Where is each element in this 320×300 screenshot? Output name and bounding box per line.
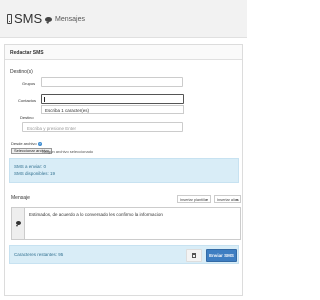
contacts-label: Contactos [18,98,37,103]
sms-available: SMS disponibles: 19 [14,171,56,176]
panel-heading: Redactar SMS [5,45,242,60]
chars-remaining-info: Caracteres restantes: 95 [9,245,239,264]
destination-input[interactable]: Escriba y presione Enter [22,122,183,132]
insert-template-select[interactable]: Insertar plantilla ▾ [177,195,211,203]
message-addon [12,208,25,239]
file-status: Ningún archivo seleccionado [42,149,94,154]
insert-template-label: Insertar plantilla [180,197,207,202]
comment-icon [45,17,52,24]
message-textarea[interactable]: Estimados, de acuerdo a lo conversado le… [11,207,241,240]
groups-input[interactable] [41,77,183,87]
contacts-input[interactable] [41,94,184,104]
groups-label: Grupos [22,81,36,86]
panel-title: Redactar SMS [10,50,44,56]
destination-placeholder: Escriba y presione Enter [27,125,77,131]
message-text: Estimados, de acuerdo a lo conversado le… [29,212,163,217]
contacts-suggestion-dropdown: Escriba 1 caracter(es) [41,105,184,114]
comment-icon [16,221,21,227]
text-caret [44,97,45,102]
delete-button[interactable] [186,249,202,262]
chevron-down-icon: ▾ [206,197,208,202]
attachment-label: Desde archivo [11,141,37,146]
chars-remaining: Caracteres restantes: 95 [14,252,64,257]
send-sms-button[interactable]: Enviar SMS [206,249,237,262]
page-subtitle: Mensajes [55,16,85,23]
mobile-phone-icon [7,14,12,24]
page-header: SMS Mensajes [0,0,247,38]
sms-to-send: SMS a enviar: 0 [14,164,47,169]
destination-label: Destino [20,115,34,120]
recipients-section-label: Destino(s) [10,69,33,75]
insert-alias-select[interactable]: Insertar alias ▾ [214,195,241,203]
contacts-dropdown-hint: Escriba 1 caracter(es) [45,108,90,113]
chevron-down-icon: ▾ [236,197,238,202]
question-circle-icon[interactable]: ? [38,142,42,146]
sms-count-info: SMS a enviar: 0 SMS disponibles: 19 [9,158,239,183]
trash-icon [192,253,196,258]
message-label: Mensaje [11,195,30,201]
page-title: SMS [14,11,43,26]
